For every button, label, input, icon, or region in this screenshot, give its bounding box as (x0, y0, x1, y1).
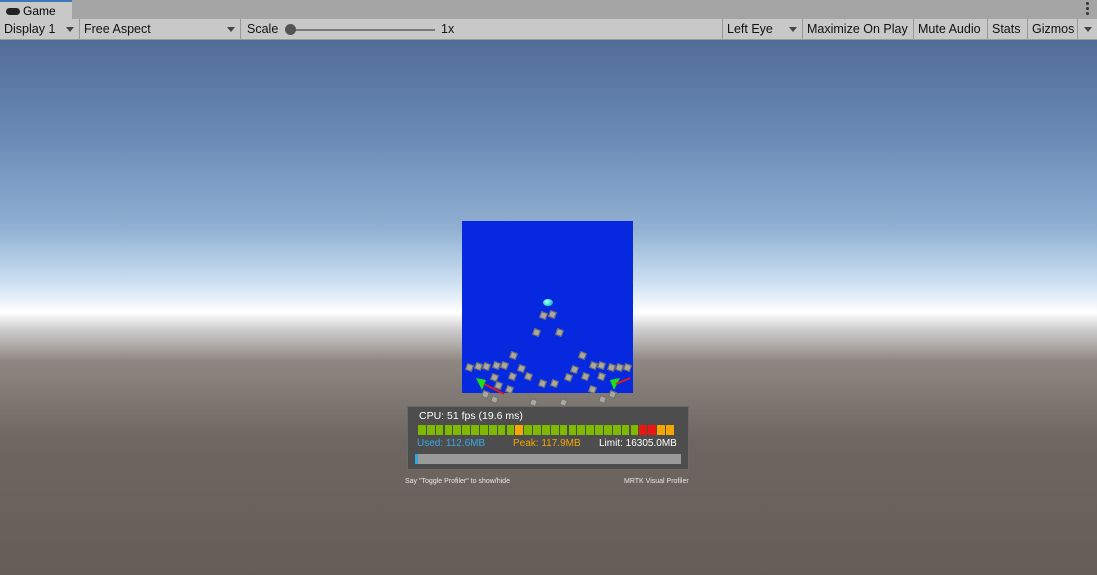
display-label: Display 1 (4, 22, 56, 36)
gizmos-toggle[interactable]: Gizmos (1028, 19, 1078, 39)
memory-limit: Limit: 16305.0MB (599, 438, 677, 449)
frame-bar (595, 425, 603, 435)
frame-bar (480, 425, 488, 435)
stats-toggle[interactable]: Stats (988, 19, 1028, 39)
frame-bar (568, 425, 577, 435)
frame-bar (648, 425, 657, 435)
frame-bar (524, 425, 532, 435)
frame-bar (621, 425, 630, 435)
memory-usage-fill (415, 454, 418, 464)
frame-bar (577, 425, 586, 435)
cpu-fps-readout: CPU: 51 fps (19.6 ms) (419, 410, 523, 422)
gizmos-label: Gizmos (1032, 22, 1075, 36)
frame-bar (471, 425, 479, 435)
profiler-brand: MRTK Visual Profiler (624, 478, 689, 485)
frame-bar (453, 425, 462, 435)
frame-bar (426, 425, 435, 435)
tab-game[interactable]: Game (0, 0, 72, 19)
frame-bar (666, 425, 674, 435)
frame-bar (506, 425, 515, 435)
aspect-label: Free Aspect (84, 22, 151, 36)
scale-label: Scale (247, 22, 279, 36)
frame-bar (435, 425, 444, 435)
eye-dropdown[interactable]: Left Eye (723, 19, 803, 39)
frame-bar (542, 425, 550, 435)
frame-bar (612, 425, 621, 435)
more-options-icon[interactable] (1086, 2, 1089, 15)
memory-used: Used: 112.6MB (417, 438, 486, 449)
gizmos-dropdown[interactable] (1078, 19, 1097, 39)
scale-slider-handle[interactable] (285, 24, 296, 35)
frame-bar (515, 425, 524, 435)
stats-label: Stats (992, 22, 1021, 36)
frame-bar (533, 425, 541, 435)
frame-bar (462, 425, 470, 435)
chevron-down-icon (1084, 27, 1092, 32)
frame-bar (497, 425, 506, 435)
chevron-down-icon (227, 27, 235, 32)
frame-bar (639, 425, 648, 435)
frame-bar (550, 425, 559, 435)
frame-bar (604, 425, 612, 435)
chevron-down-icon (789, 27, 797, 32)
tab-game-label: Game (23, 3, 56, 18)
sphere-object (543, 299, 553, 306)
frame-bar (488, 425, 497, 435)
scale-slider-track[interactable] (292, 29, 435, 31)
right-hand-pointer-icon (610, 377, 631, 390)
frame-rate-bars (418, 425, 675, 435)
tab-bar: Game (0, 0, 1097, 19)
memory-usage-track (415, 454, 681, 464)
gamepad-icon (6, 7, 20, 15)
frame-bar (630, 425, 639, 435)
scale-value: 1x (441, 22, 455, 36)
frame-bar (559, 425, 568, 435)
maximize-label: Maximize On Play (807, 22, 908, 36)
frame-bar (657, 425, 665, 435)
memory-peak: Peak: 117.9MB (513, 438, 581, 449)
chevron-down-icon (66, 27, 74, 32)
frame-bar (586, 425, 595, 435)
maximize-on-play-toggle[interactable]: Maximize On Play (803, 19, 914, 39)
eye-label: Left Eye (727, 22, 773, 36)
mute-audio-toggle[interactable]: Mute Audio (914, 19, 988, 39)
profiler-hint: Say "Toggle Profiler" to show/hide (405, 478, 510, 485)
mute-label: Mute Audio (918, 22, 981, 36)
frame-bar (444, 425, 453, 435)
aspect-dropdown[interactable]: Free Aspect (80, 19, 241, 39)
left-hand-pointer-icon (476, 378, 505, 395)
frame-bar (418, 425, 426, 435)
display-dropdown[interactable]: Display 1 (0, 19, 80, 39)
game-toolbar: Display 1 Free Aspect Scale 1x Left Eye … (0, 19, 1097, 40)
